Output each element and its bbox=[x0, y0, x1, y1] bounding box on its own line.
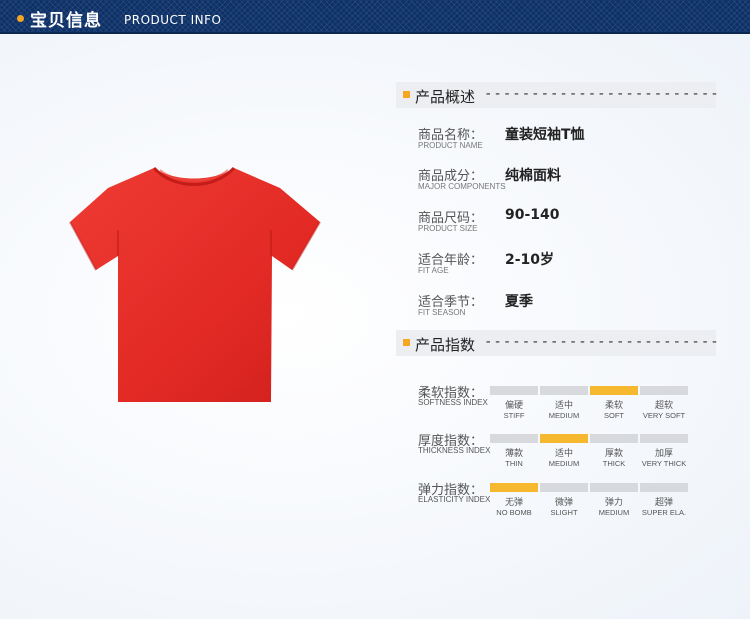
option-en: NO BOMB bbox=[496, 508, 532, 517]
option-cn: 超弹 bbox=[654, 498, 673, 508]
index-bar bbox=[640, 434, 688, 443]
index-option: 薄款 THIN bbox=[490, 434, 538, 468]
index-option: 无弹 NO BOMB bbox=[490, 483, 538, 517]
indices-label: 产品指数 bbox=[415, 336, 476, 354]
info-key-en: PRODUCT NAME bbox=[418, 141, 483, 150]
index-option: 弹力 MEDIUM bbox=[590, 483, 638, 517]
header-title-cn: 宝贝信息 bbox=[30, 11, 102, 31]
section-header: 宝贝信息 PRODUCT INFO bbox=[0, 0, 750, 34]
option-cn: 薄款 bbox=[504, 449, 523, 459]
index-bar bbox=[490, 386, 538, 395]
option-cn: 厚款 bbox=[604, 449, 623, 459]
index-option: 适中 MEDIUM bbox=[540, 434, 588, 468]
option-en: THICK bbox=[602, 459, 626, 468]
option-en: THIN bbox=[505, 459, 523, 468]
index-bar bbox=[490, 434, 538, 443]
option-en: SUPER ELA. bbox=[641, 508, 687, 517]
index-option: 加厚 VERY THICK bbox=[640, 434, 688, 468]
square-bullet-icon bbox=[403, 339, 410, 346]
option-en: SLIGHT bbox=[550, 508, 578, 517]
index-bar bbox=[590, 434, 638, 443]
option-en: VERY THICK bbox=[641, 459, 687, 468]
index-bar bbox=[590, 483, 638, 492]
option-cn: 微弹 bbox=[554, 498, 573, 508]
index-bar bbox=[640, 386, 688, 395]
tshirt-image bbox=[69, 166, 321, 402]
overview-section-bar: 产品概述 ------------------------- bbox=[396, 82, 719, 108]
index-option: 厚款 THICK bbox=[590, 434, 638, 468]
option-en: MEDIUM bbox=[548, 459, 580, 468]
info-value: 2-10岁 bbox=[505, 252, 555, 268]
option-cn: 弹力 bbox=[604, 498, 623, 508]
option-en: MEDIUM bbox=[548, 411, 580, 420]
info-key-en: FIT SEASON bbox=[418, 308, 466, 317]
option-cn: 适中 bbox=[554, 401, 573, 411]
info-value: 90-140 bbox=[505, 207, 560, 223]
info-value: 夏季 bbox=[505, 294, 533, 310]
index-bar bbox=[540, 434, 588, 443]
info-key-en: PRODUCT SIZE bbox=[418, 224, 478, 233]
option-cn: 适中 bbox=[554, 449, 573, 459]
option-cn: 偏硬 bbox=[504, 401, 523, 411]
info-value: 纯棉面料 bbox=[505, 168, 561, 184]
index-bar bbox=[640, 483, 688, 492]
index-option: 超软 VERY SOFT bbox=[640, 386, 688, 420]
header-title-en: PRODUCT INFO bbox=[124, 13, 222, 27]
index-option: 适中 MEDIUM bbox=[540, 386, 588, 420]
bullet-dot-icon bbox=[17, 15, 24, 22]
index-option: 微弹 SLIGHT bbox=[540, 483, 588, 517]
index-option: 柔软 SOFT bbox=[590, 386, 638, 420]
info-value: 童装短袖T恤 bbox=[505, 127, 585, 143]
option-en: STIFF bbox=[503, 411, 525, 420]
index-key-en: ELASTICITY INDEX bbox=[418, 495, 491, 504]
option-en: MEDIUM bbox=[598, 508, 630, 517]
index-key-en: SOFTNESS INDEX bbox=[418, 398, 488, 407]
index-bar bbox=[590, 386, 638, 395]
index-key-en: THICKNESS INDEX bbox=[418, 446, 491, 455]
overview-label: 产品概述 bbox=[415, 88, 476, 106]
option-cn: 超软 bbox=[654, 401, 673, 411]
overview-dashes: ------------------------- bbox=[484, 86, 720, 102]
option-cn: 无弹 bbox=[504, 498, 523, 508]
option-cn: 柔软 bbox=[604, 401, 623, 411]
index-bar bbox=[540, 386, 588, 395]
indices-section-bar: 产品指数 ------------------------- bbox=[396, 330, 719, 356]
option-en: VERY SOFT bbox=[642, 411, 686, 420]
square-bullet-icon bbox=[403, 91, 410, 98]
info-key-en: MAJOR COMPONENTS bbox=[418, 182, 506, 191]
index-bar bbox=[540, 483, 588, 492]
index-row-softness: 柔软指数： SOFTNESS INDEX 偏硬 STIFF 适中 MEDIUM 柔软… bbox=[418, 382, 708, 422]
option-cn: 加厚 bbox=[654, 449, 673, 459]
index-bar bbox=[490, 483, 538, 492]
index-option: 超弹 SUPER ELA. bbox=[640, 483, 688, 517]
index-row-thickness: 厚度指数： THICKNESS INDEX 薄款 THIN 适中 MEDIUM 厚款… bbox=[418, 430, 708, 470]
index-option: 偏硬 STIFF bbox=[490, 386, 538, 420]
indices-dashes: ------------------------- bbox=[484, 334, 720, 350]
info-key-en: FIT AGE bbox=[418, 266, 449, 275]
index-row-elasticity: 弹力指数： ELASTICITY INDEX 无弹 NO BOMB 微弹 SLIGH… bbox=[418, 479, 708, 519]
option-en: SOFT bbox=[604, 411, 624, 420]
